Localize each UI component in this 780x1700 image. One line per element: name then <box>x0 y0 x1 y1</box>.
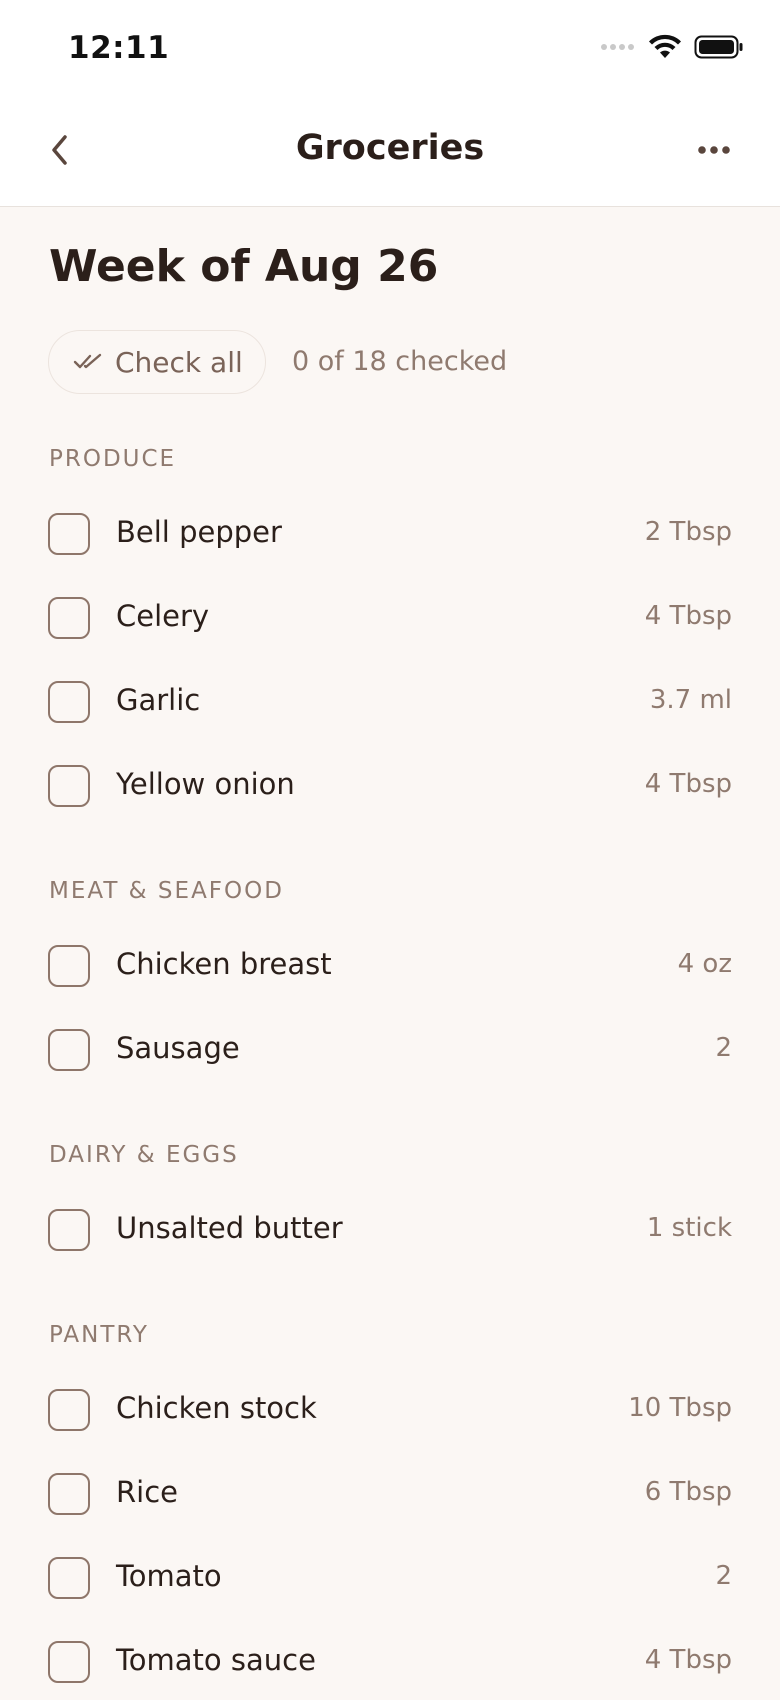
item-name: Unsalted butter <box>116 1211 343 1245</box>
item-checkbox[interactable] <box>48 1557 90 1599</box>
item-checkbox[interactable] <box>48 945 90 987</box>
item-quantity: 10 Tbsp <box>628 1393 732 1423</box>
item-quantity: 3.7 ml <box>649 685 732 715</box>
item-name: Tomato sauce <box>116 1643 316 1677</box>
item-name: Garlic <box>116 683 201 717</box>
list-item-bell-pepper[interactable]: Bell pepper 2 Tbsp <box>0 496 780 572</box>
list-item-chicken-stock[interactable]: Chicken stock 10 Tbsp <box>0 1372 780 1448</box>
item-quantity: 4 Tbsp <box>644 769 732 799</box>
more-options-button[interactable] <box>684 130 744 170</box>
item-quantity: 6 Tbsp <box>644 1477 732 1507</box>
list-item-unsalted-butter[interactable]: Unsalted butter 1 stick <box>0 1192 780 1268</box>
item-checkbox[interactable] <box>48 513 90 555</box>
item-quantity: 4 Tbsp <box>644 601 732 631</box>
item-checkbox[interactable] <box>48 597 90 639</box>
item-checkbox[interactable] <box>48 1029 90 1071</box>
item-checkbox[interactable] <box>48 1641 90 1683</box>
double-check-icon <box>73 353 102 369</box>
status-time: 12:11 <box>68 30 170 66</box>
check-all-label: Check all <box>115 345 243 379</box>
item-checkbox[interactable] <box>48 765 90 807</box>
item-checkbox[interactable] <box>48 1473 90 1515</box>
list-item-chicken-breast[interactable]: Chicken breast 4 oz <box>0 928 780 1004</box>
list-item-yellow-onion[interactable]: Yellow onion 4 Tbsp <box>0 748 780 824</box>
status-bar: 12:11 <box>0 0 780 100</box>
list-item-tomato-sauce[interactable]: Tomato sauce 4 Tbsp <box>0 1624 780 1700</box>
list-item-rice[interactable]: Rice 6 Tbsp <box>0 1456 780 1532</box>
page-title: Groceries <box>295 128 485 168</box>
item-quantity: 4 oz <box>677 949 732 979</box>
check-all-button[interactable]: Check all <box>48 330 266 394</box>
section-header-meat-seafood: MEAT & SEAFOOD <box>49 878 284 904</box>
list-item-tomato[interactable]: Tomato 2 <box>0 1540 780 1616</box>
status-icons <box>600 34 744 60</box>
section-header-produce: PRODUCE <box>49 446 177 472</box>
section-header-dairy-eggs: DAIRY & EGGS <box>49 1142 239 1168</box>
item-quantity: 2 Tbsp <box>644 517 732 547</box>
item-name: Bell pepper <box>116 515 282 549</box>
checked-count: 0 of 18 checked <box>292 346 508 377</box>
item-name: Chicken stock <box>116 1391 317 1425</box>
item-quantity: 2 <box>715 1561 732 1591</box>
item-checkbox[interactable] <box>48 1209 90 1251</box>
wifi-icon <box>649 34 681 58</box>
item-quantity: 2 <box>715 1033 732 1063</box>
item-checkbox[interactable] <box>48 1389 90 1431</box>
item-quantity: 4 Tbsp <box>644 1645 732 1675</box>
item-name: Celery <box>116 599 210 633</box>
section-header-pantry: PANTRY <box>49 1322 149 1348</box>
more-horizontal-icon <box>698 146 730 154</box>
item-name: Sausage <box>116 1031 240 1065</box>
list-item-celery[interactable]: Celery 4 Tbsp <box>0 580 780 656</box>
item-name: Yellow onion <box>116 767 295 801</box>
battery-icon <box>694 35 743 59</box>
item-quantity: 1 stick <box>646 1213 732 1243</box>
item-name: Rice <box>116 1475 178 1509</box>
item-name: Chicken breast <box>116 947 332 981</box>
week-title: Week of Aug 26 <box>49 241 439 292</box>
list-item-garlic[interactable]: Garlic 3.7 ml <box>0 664 780 740</box>
item-checkbox[interactable] <box>48 681 90 723</box>
cellular-signal-icon <box>601 44 634 50</box>
list-item-sausage[interactable]: Sausage 2 <box>0 1012 780 1088</box>
nav-bar: Groceries <box>0 100 780 207</box>
item-name: Tomato <box>116 1559 222 1593</box>
